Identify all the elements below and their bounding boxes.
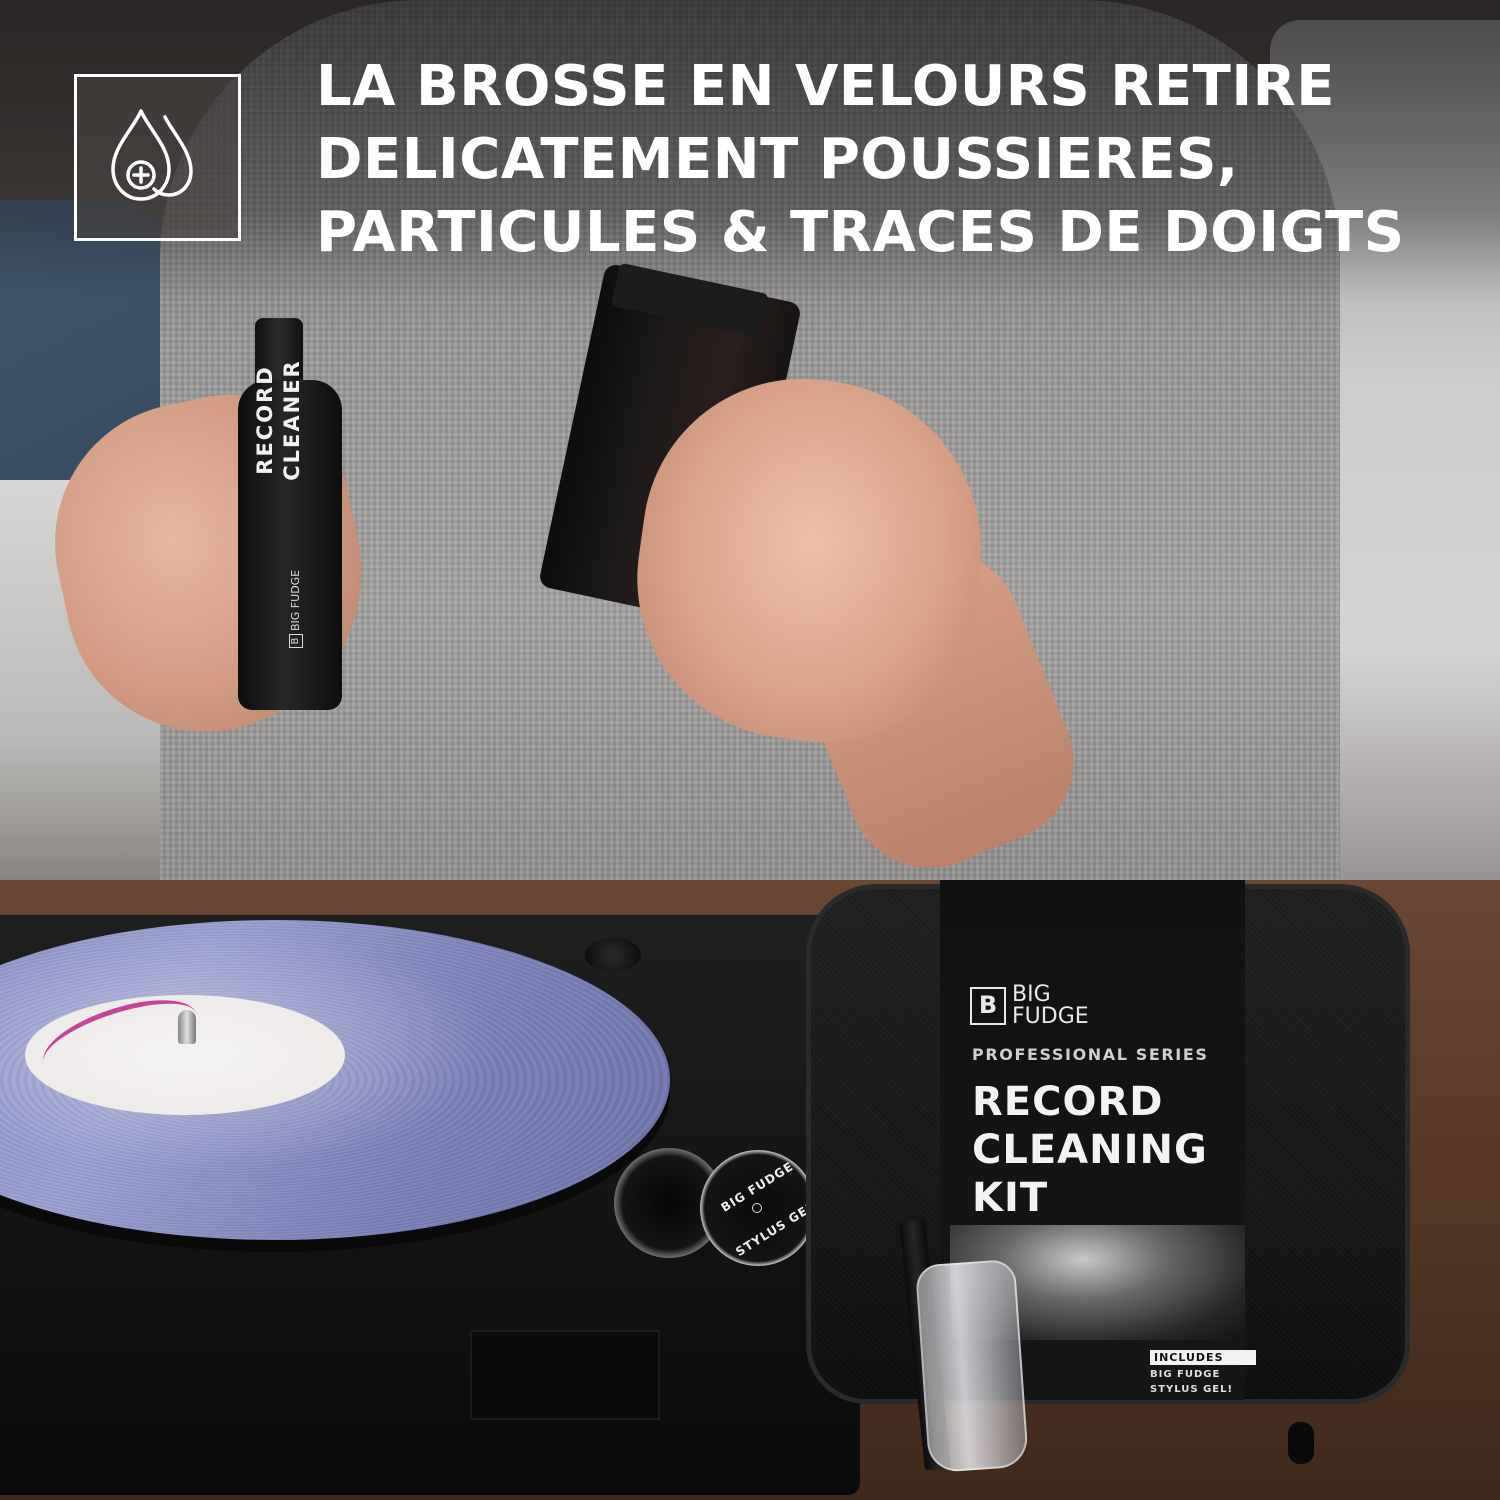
headline: LA BROSSE EN VELOURS RETIRE DELICATEMENT… (316, 50, 1466, 269)
case-brand-logo: B BIG FUDGE (970, 984, 1089, 1028)
includes-tag: INCLUDES (1150, 1350, 1256, 1365)
case-includes-badge: INCLUDES BIG FUDGE STYLUS GEL! (1150, 1350, 1256, 1395)
headline-line1: LA BROSSE EN VELOURS RETIRE (316, 54, 1336, 119)
includes-line2: STYLUS GEL! (1150, 1384, 1234, 1395)
feature-badge (74, 74, 241, 241)
stylus-gel-lid-dot (752, 1203, 762, 1213)
case-title: RECORD CLEANING KIT (972, 1078, 1208, 1222)
case-title-line1: RECORD (972, 1079, 1164, 1125)
water-drops-plus-icon (111, 109, 193, 201)
bottle-label: RECORD CLEANER (252, 320, 312, 520)
turntable-spindle (178, 1010, 196, 1044)
case-title-line2: CLEANING (972, 1127, 1208, 1173)
case-brand-line1: BIG (1012, 982, 1051, 1007)
headline-line3: PARTICULES & TRACES DE DOIGTS (316, 200, 1405, 265)
headline-line2: DELICATEMENT POUSSIERES, (316, 127, 1239, 192)
includes-line1: BIG FUDGE (1150, 1369, 1221, 1380)
bottle-logo-mark: B (289, 634, 303, 648)
case-title-line3: KIT (972, 1175, 1049, 1221)
turntable-knob (585, 938, 641, 972)
case-zip-pull (1288, 1422, 1314, 1464)
bottle-label-line2: CLEANER (280, 359, 304, 481)
case-series: PROFESSIONAL SERIES (972, 1045, 1209, 1064)
turntable-foot (470, 1330, 660, 1420)
bottle-brand-logo: B BIG FUDGE (289, 570, 303, 648)
stylus-brush-tube (914, 1258, 1030, 1474)
case-brand-text: BIG FUDGE (1012, 984, 1089, 1028)
bottle-label-line1: RECORD (253, 365, 277, 475)
bottle-brand-text: BIG FUDGE (289, 569, 302, 631)
product-photo: RECORD CLEANER BBIG FUDGE BIG FUDGE STYL… (0, 0, 1500, 1500)
case-logo-mark: B (970, 987, 1006, 1025)
case-brand-line2: FUDGE (1012, 1004, 1089, 1029)
